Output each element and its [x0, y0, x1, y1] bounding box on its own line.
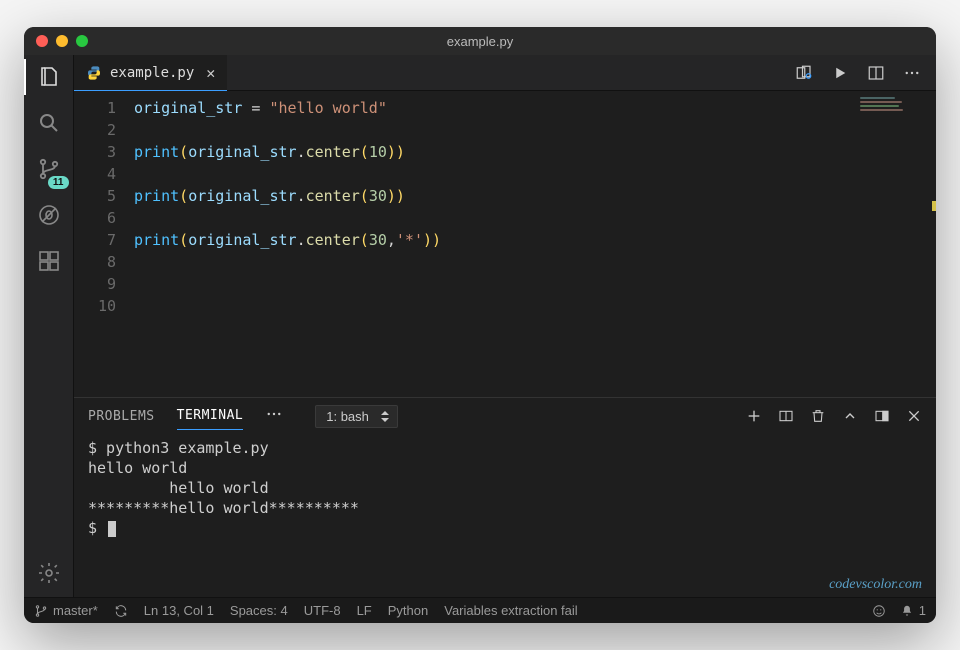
search-tab[interactable] — [35, 109, 63, 137]
code-editor[interactable]: 12345678910 original_str = "hello world"… — [74, 91, 936, 397]
overview-ruler-mark — [932, 201, 936, 211]
extensions-icon — [37, 249, 61, 273]
close-icon — [906, 408, 922, 424]
line-gutter: 12345678910 — [74, 97, 134, 397]
python-file-icon — [86, 65, 102, 81]
eol-status[interactable]: LF — [357, 603, 372, 618]
minimap[interactable] — [860, 97, 930, 127]
branch-icon — [34, 604, 48, 618]
split-editor-button[interactable] — [866, 63, 886, 83]
titlebar: example.py — [24, 27, 936, 55]
vscode-window: example.py 11 — [24, 27, 936, 623]
status-bar: master* Ln 13, Col 1 Spaces: 4 UTF-8 LF … — [24, 597, 936, 623]
terminal-selector[interactable]: 1: bash — [315, 405, 398, 428]
bell-icon — [900, 604, 914, 618]
indentation-status[interactable]: Spaces: 4 — [230, 603, 288, 618]
settings-tab[interactable] — [35, 559, 63, 587]
new-terminal-button[interactable] — [746, 408, 762, 424]
terminal-selector-label: 1: bash — [326, 409, 369, 424]
no-bug-icon — [37, 203, 61, 227]
watermark: codevscolor.com — [829, 577, 922, 593]
plus-icon — [746, 408, 762, 424]
encoding-status[interactable]: UTF-8 — [304, 603, 341, 618]
tabs-bar: example.py ✕ — [74, 55, 936, 91]
notifications-status[interactable]: 1 — [900, 603, 926, 618]
maximize-panel-button[interactable] — [842, 408, 858, 424]
more-actions-button[interactable] — [902, 63, 922, 83]
split-icon — [778, 408, 794, 424]
ellipsis-icon — [265, 405, 283, 423]
editor-actions — [780, 55, 936, 90]
debug-tab[interactable] — [35, 201, 63, 229]
branch-name: master* — [53, 603, 98, 618]
run-button[interactable] — [830, 63, 850, 83]
split-icon — [867, 64, 885, 82]
close-icon[interactable]: ✕ — [206, 64, 215, 82]
gear-icon — [37, 561, 61, 585]
ellipsis-icon — [903, 64, 921, 82]
sync-status[interactable] — [114, 604, 128, 618]
cursor-position-status[interactable]: Ln 13, Col 1 — [144, 603, 214, 618]
git-branch-status[interactable]: master* — [34, 603, 98, 618]
explorer-tab[interactable] — [35, 63, 63, 91]
activity-bar: 11 — [24, 55, 74, 597]
tab-label: example.py — [110, 65, 194, 81]
workbench-body: 11 example.py ✕ — [24, 55, 936, 597]
layout-icon — [874, 408, 890, 424]
extra-status[interactable]: Variables extraction fail — [444, 603, 577, 618]
files-icon — [37, 65, 61, 89]
source-control-tab[interactable]: 11 — [35, 155, 63, 183]
problems-tab[interactable]: PROBLEMS — [88, 403, 155, 430]
toggle-panel-position-button[interactable] — [874, 408, 890, 424]
feedback-status[interactable] — [872, 604, 886, 618]
code-content[interactable]: original_str = "hello world" print(origi… — [134, 97, 936, 397]
bottom-panel: PROBLEMS TERMINAL 1: bash — [74, 397, 936, 597]
window-title: example.py — [24, 34, 936, 49]
terminal-output[interactable]: $ python3 example.py hello world hello w… — [74, 434, 936, 597]
editor-group: example.py ✕ — [74, 55, 936, 597]
chevron-up-icon — [842, 408, 858, 424]
terminal-text: $ python3 example.py hello world hello w… — [88, 439, 359, 537]
play-icon — [831, 64, 849, 82]
kill-terminal-button[interactable] — [810, 408, 826, 424]
trash-icon — [810, 408, 826, 424]
close-panel-button[interactable] — [906, 408, 922, 424]
sync-icon — [114, 604, 128, 618]
smiley-icon — [872, 604, 886, 618]
panel-overflow-button[interactable] — [265, 405, 283, 427]
compare-icon — [795, 64, 813, 82]
language-status[interactable]: Python — [388, 603, 428, 618]
split-terminal-button[interactable] — [778, 408, 794, 424]
panel-actions — [746, 408, 922, 424]
extensions-tab[interactable] — [35, 247, 63, 275]
terminal-tab[interactable]: TERMINAL — [177, 402, 244, 430]
tab-example-py[interactable]: example.py ✕ — [74, 55, 227, 90]
notifications-count: 1 — [919, 603, 926, 618]
scm-badge: 11 — [48, 176, 69, 189]
terminal-cursor — [108, 521, 116, 537]
panel-tabs: PROBLEMS TERMINAL 1: bash — [74, 398, 936, 434]
search-icon — [37, 111, 61, 135]
compare-changes-button[interactable] — [794, 63, 814, 83]
